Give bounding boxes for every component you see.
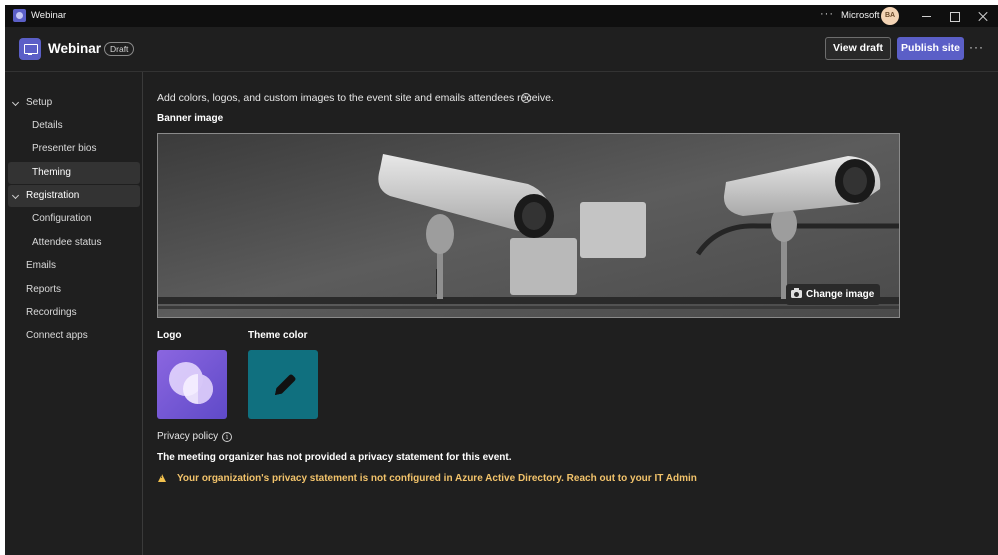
- sidebar-item-presenter-bios[interactable]: Presenter bios: [8, 138, 140, 160]
- sidebar-item-details[interactable]: Details: [8, 115, 140, 137]
- theme-color-label: Theme color: [248, 330, 308, 341]
- intro-text: Add colors, logos, and custom images to …: [157, 92, 554, 104]
- sidebar-item-label: Presenter bios: [32, 143, 97, 154]
- privacy-message: The meeting organizer has not provided a…: [157, 452, 512, 463]
- sidebar-item-setup[interactable]: Setup: [8, 92, 140, 114]
- view-draft-button[interactable]: View draft: [825, 37, 891, 60]
- sidebar-item-label: Registration: [26, 190, 80, 201]
- edit-pencil-icon: [275, 374, 296, 395]
- chevron-down-icon[interactable]: [11, 191, 20, 200]
- close-icon[interactable]: [974, 7, 992, 25]
- sidebar-item-theming[interactable]: Theming: [8, 162, 140, 184]
- sidebar-item-label: Setup: [26, 97, 53, 108]
- camera-icon: [791, 288, 802, 298]
- change-image-label: Change image: [806, 289, 875, 300]
- sidebar-item-label: Configuration: [32, 213, 92, 224]
- sidebar-item-label: Theming: [32, 167, 71, 178]
- sidebar-item-recordings[interactable]: Recordings: [8, 302, 140, 324]
- info-icon[interactable]: i: [521, 93, 531, 103]
- sidebar-item-attendee-status[interactable]: Attendee status: [8, 232, 140, 254]
- warning-icon: [158, 474, 166, 482]
- warning-message: Your organization's privacy statement is…: [177, 473, 697, 484]
- sidebar-item-label: Connect apps: [26, 330, 88, 341]
- more-actions-icon[interactable]: ···: [969, 40, 984, 54]
- minimize-icon[interactable]: [918, 7, 936, 25]
- window-title: Webinar: [31, 10, 67, 21]
- sidebar-item-label: Attendee status: [32, 237, 102, 248]
- app-window: Webinar ··· Microsoft BA Webinar Draft V…: [5, 5, 998, 555]
- logo-label: Logo: [157, 330, 182, 341]
- app-header: Webinar Draft View draft Publish site ··…: [5, 27, 998, 72]
- status-badge: Draft: [104, 42, 135, 56]
- publish-site-button[interactable]: Publish site: [897, 37, 964, 60]
- organization-name[interactable]: Microsoft: [841, 10, 880, 21]
- teams-logo-icon: [13, 9, 26, 22]
- page-title: Webinar: [48, 41, 102, 56]
- avatar[interactable]: BA: [881, 7, 899, 25]
- info-icon[interactable]: i: [222, 432, 232, 442]
- sidebar-item-configuration[interactable]: Configuration: [8, 208, 140, 230]
- theme-color-swatch[interactable]: [248, 350, 318, 419]
- logo-image[interactable]: [157, 350, 227, 419]
- sidebar-item-registration[interactable]: Registration: [8, 185, 140, 207]
- maximize-icon[interactable]: [946, 7, 964, 25]
- banner-image-label: Banner image: [157, 113, 224, 124]
- sidebar-item-label: Emails: [26, 260, 57, 271]
- title-bar: Webinar ··· Microsoft BA: [5, 5, 998, 27]
- privacy-policy-label: Privacy policy: [157, 431, 219, 442]
- more-options-icon[interactable]: ···: [820, 8, 834, 20]
- sidebar: Setup Details Presenter bios Theming Reg…: [5, 72, 143, 555]
- sidebar-item-emails[interactable]: Emails: [8, 255, 140, 277]
- sidebar-item-connect-apps[interactable]: Connect apps: [8, 325, 140, 347]
- change-image-button[interactable]: Change image: [786, 284, 880, 305]
- sidebar-item-label: Details: [32, 120, 63, 131]
- sidebar-item-reports[interactable]: Reports: [8, 279, 140, 301]
- logo-bubbles-icon: [169, 362, 213, 404]
- main-content: Add colors, logos, and custom images to …: [144, 72, 998, 555]
- webinar-icon: [19, 38, 41, 60]
- sidebar-item-label: Reports: [26, 284, 62, 295]
- chevron-down-icon[interactable]: [11, 98, 20, 107]
- sidebar-item-label: Recordings: [26, 307, 77, 318]
